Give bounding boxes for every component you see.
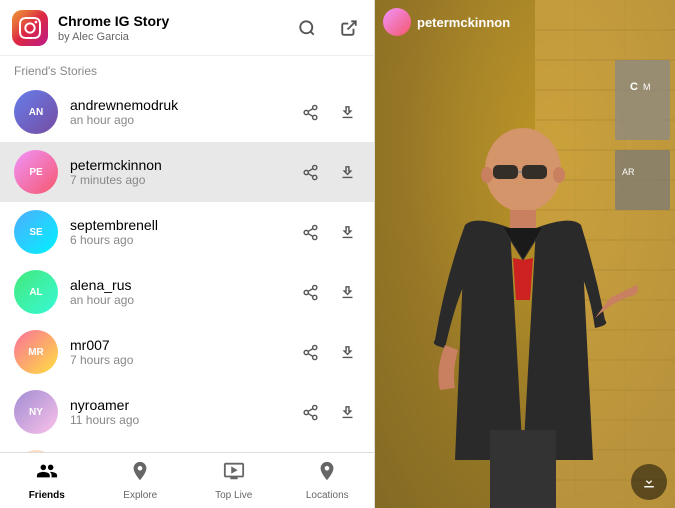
video-download-button[interactable] bbox=[631, 464, 667, 500]
stories-list: AN andrewnemodruk an hour ago bbox=[0, 82, 374, 452]
story-name-mr007: mr007 bbox=[70, 337, 298, 353]
svg-text:M: M bbox=[643, 82, 651, 92]
share-button-mr007[interactable] bbox=[298, 340, 323, 365]
download-button-septembrenell[interactable] bbox=[335, 220, 360, 245]
story-time-nyroamer: 11 hours ago bbox=[70, 413, 298, 427]
svg-text:C: C bbox=[630, 81, 638, 93]
share-icon bbox=[302, 404, 319, 421]
section-label: Friend's Stories bbox=[0, 56, 374, 82]
app-header: Chrome IG Story by Alec Garcia bbox=[0, 0, 374, 56]
story-time-septembrenell: 6 hours ago bbox=[70, 233, 298, 247]
share-icon bbox=[302, 284, 319, 301]
friends-icon bbox=[36, 460, 58, 488]
share-icon bbox=[302, 164, 319, 181]
story-name-andrewnemodruk: andrewnemodruk bbox=[70, 97, 298, 113]
story-actions-mr007 bbox=[298, 340, 360, 365]
avatar-andrewnemodruk: AN bbox=[14, 90, 58, 134]
story-name-nyroamer: nyroamer bbox=[70, 397, 298, 413]
story-time-alena_rus: an hour ago bbox=[70, 293, 298, 307]
share-button-alena_rus[interactable] bbox=[298, 280, 323, 305]
search-icon bbox=[298, 19, 316, 37]
download-icon bbox=[339, 404, 356, 421]
story-info-septembrenell: septembrenell 6 hours ago bbox=[70, 217, 298, 247]
external-link-button[interactable] bbox=[336, 15, 362, 41]
toplive-icon bbox=[223, 460, 245, 488]
nav-item-friends[interactable]: Friends bbox=[0, 453, 94, 508]
avatar-nyroamer: NY bbox=[14, 390, 58, 434]
download-icon bbox=[339, 224, 356, 241]
video-username-text: petermckinnon bbox=[417, 15, 510, 30]
instagram-icon bbox=[19, 17, 41, 39]
video-background: C M AR bbox=[375, 0, 675, 508]
story-info-petermckinnon: petermckinnon 7 minutes ago bbox=[70, 157, 298, 187]
download-button-nyroamer[interactable] bbox=[335, 400, 360, 425]
story-actions-alena_rus bbox=[298, 280, 360, 305]
share-button-petermckinnon[interactable] bbox=[298, 160, 323, 185]
video-username: petermckinnon bbox=[383, 8, 510, 36]
story-info-nyroamer: nyroamer 11 hours ago bbox=[70, 397, 298, 427]
download-button-mr007[interactable] bbox=[335, 340, 360, 365]
download-icon bbox=[339, 104, 356, 121]
download-icon bbox=[339, 344, 356, 361]
video-scene: C M AR bbox=[375, 0, 675, 508]
header-text: Chrome IG Story by Alec Garcia bbox=[58, 12, 294, 42]
share-icon bbox=[302, 344, 319, 361]
story-item-calsnape[interactable]: CA calsnape 12 hours ago bbox=[0, 442, 374, 452]
story-name-alena_rus: alena_rus bbox=[70, 277, 298, 293]
video-panel: C M AR bbox=[375, 0, 675, 508]
story-time-petermckinnon: 7 minutes ago bbox=[70, 173, 298, 187]
nav-item-explore[interactable]: Explore bbox=[94, 453, 188, 508]
story-info-mr007: mr007 7 hours ago bbox=[70, 337, 298, 367]
story-actions-petermckinnon bbox=[298, 160, 360, 185]
story-info-andrewnemodruk: andrewnemodruk an hour ago bbox=[70, 97, 298, 127]
app-logo bbox=[12, 10, 48, 46]
nav-item-toplive[interactable]: Top Live bbox=[187, 453, 281, 508]
svg-text:AR: AR bbox=[622, 167, 635, 177]
locations-icon bbox=[316, 460, 338, 488]
download-icon bbox=[339, 164, 356, 181]
share-button-nyroamer[interactable] bbox=[298, 400, 323, 425]
video-user-avatar bbox=[383, 8, 411, 36]
story-item-nyroamer[interactable]: NY nyroamer 11 hours ago bbox=[0, 382, 374, 442]
story-name-petermckinnon: petermckinnon bbox=[70, 157, 298, 173]
download-button-alena_rus[interactable] bbox=[335, 280, 360, 305]
download-icon bbox=[641, 474, 657, 490]
story-item-mr007[interactable]: MR mr007 7 hours ago bbox=[0, 322, 374, 382]
story-time-andrewnemodruk: an hour ago bbox=[70, 113, 298, 127]
avatar-alena_rus: AL bbox=[14, 270, 58, 314]
story-info-alena_rus: alena_rus an hour ago bbox=[70, 277, 298, 307]
story-actions-andrewnemodruk bbox=[298, 100, 360, 125]
share-icon bbox=[302, 224, 319, 241]
avatar-petermckinnon: PE bbox=[14, 150, 58, 194]
story-item-andrewnemodruk[interactable]: AN andrewnemodruk an hour ago bbox=[0, 82, 374, 142]
search-button[interactable] bbox=[294, 15, 320, 41]
story-item-septembrenell[interactable]: SE septembrenell 6 hours ago bbox=[0, 202, 374, 262]
story-actions-septembrenell bbox=[298, 220, 360, 245]
share-button-andrewnemodruk[interactable] bbox=[298, 100, 323, 125]
story-item-alena_rus[interactable]: AL alena_rus an hour ago bbox=[0, 262, 374, 322]
story-actions-nyroamer bbox=[298, 400, 360, 425]
left-panel: Chrome IG Story by Alec Garcia Friend's … bbox=[0, 0, 375, 508]
nav-label-locations: Locations bbox=[306, 490, 349, 501]
download-button-andrewnemodruk[interactable] bbox=[335, 100, 360, 125]
nav-label-friends: Friends bbox=[29, 490, 65, 501]
external-link-icon bbox=[340, 19, 358, 37]
story-name-septembrenell: septembrenell bbox=[70, 217, 298, 233]
download-button-petermckinnon[interactable] bbox=[335, 160, 360, 185]
header-actions bbox=[294, 15, 362, 41]
nav-label-explore: Explore bbox=[123, 490, 157, 501]
nav-item-locations[interactable]: Locations bbox=[281, 453, 375, 508]
nav-label-toplive: Top Live bbox=[215, 490, 252, 501]
share-icon bbox=[302, 104, 319, 121]
avatar-mr007: MR bbox=[14, 330, 58, 374]
app-title: Chrome IG Story bbox=[58, 12, 294, 30]
share-button-septembrenell[interactable] bbox=[298, 220, 323, 245]
download-icon bbox=[339, 284, 356, 301]
app-subtitle: by Alec Garcia bbox=[58, 31, 294, 43]
explore-icon bbox=[129, 460, 151, 488]
story-item-petermckinnon[interactable]: PE petermckinnon 7 minutes ago bbox=[0, 142, 374, 202]
story-time-mr007: 7 hours ago bbox=[70, 353, 298, 367]
bottom-nav: Friends Explore Top Live bbox=[0, 452, 374, 508]
avatar-septembrenell: SE bbox=[14, 210, 58, 254]
